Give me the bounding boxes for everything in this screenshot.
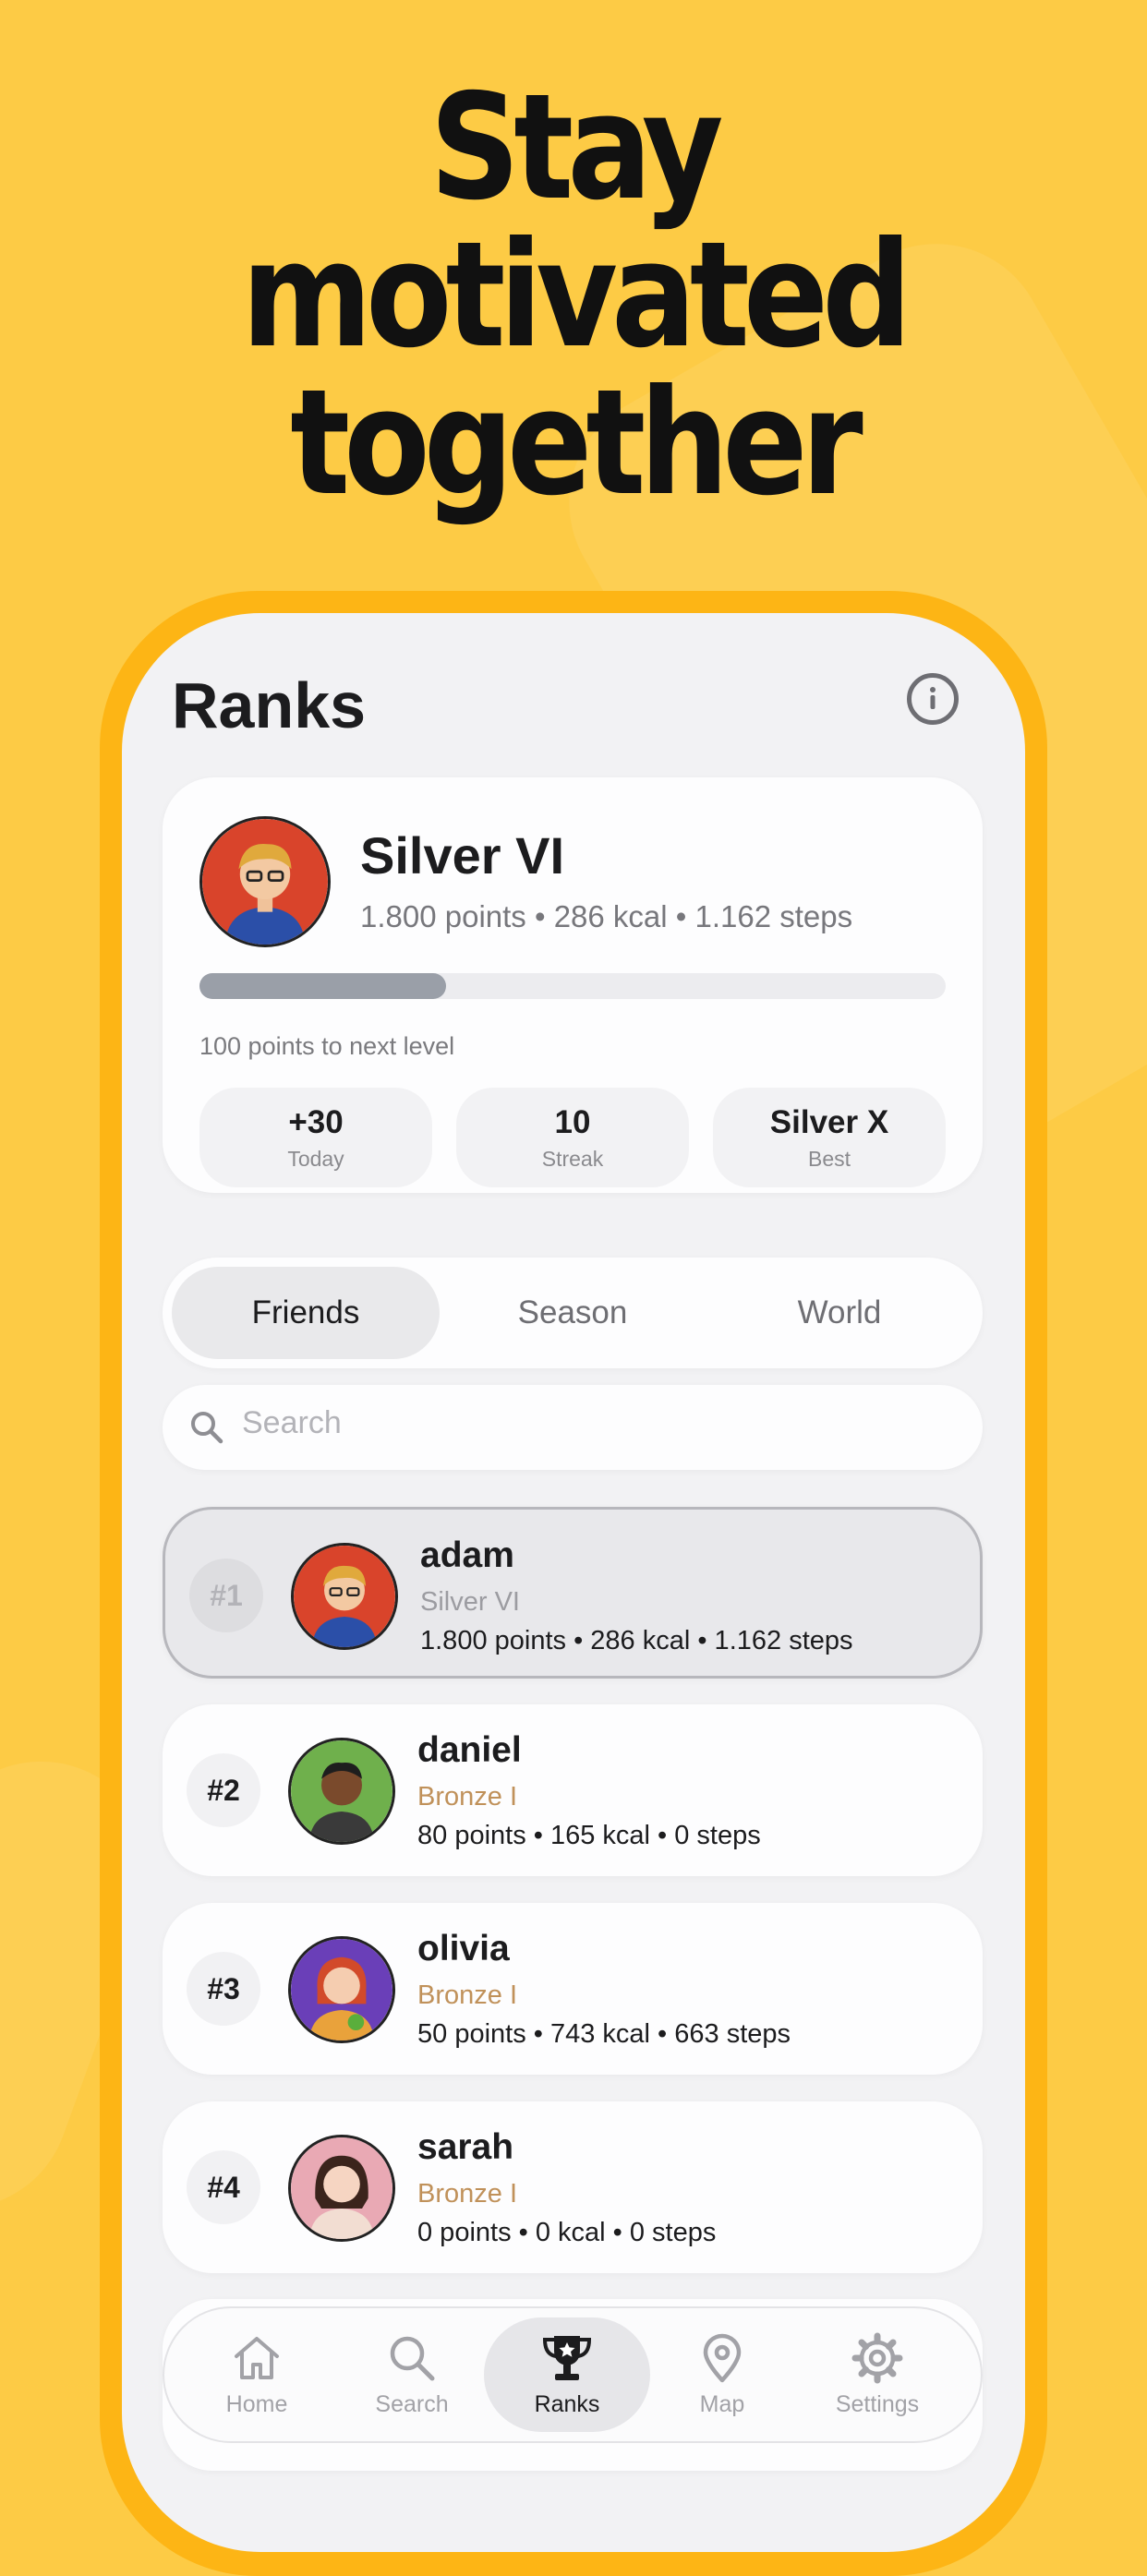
trophy-icon: [542, 2336, 592, 2380]
rank-stats: 80 points • 165 kcal • 0 steps: [417, 1821, 761, 1850]
search-icon: [390, 2336, 435, 2381]
page-title: Ranks: [172, 669, 367, 741]
headline-line-1: Stay: [429, 63, 723, 233]
tab-settings[interactable]: Settings: [794, 2317, 960, 2432]
level-progress-fill: [199, 973, 446, 999]
tab-search[interactable]: Search: [329, 2317, 495, 2432]
search-field[interactable]: Search: [163, 1385, 983, 1470]
rank-tier: Bronze I: [417, 1782, 517, 1812]
tab-ranks[interactable]: Ranks: [484, 2317, 650, 2432]
tab-label: Home: [225, 2391, 288, 2417]
tab-map[interactable]: Map: [639, 2317, 805, 2432]
stat-label: Streak: [541, 1147, 604, 1171]
stat-value: Silver X: [769, 1104, 889, 1140]
next-level-text: 100 points to next level: [199, 1032, 455, 1060]
list-item[interactable]: #1 adam Silver VI 1.800 points • 286 kca…: [163, 1507, 983, 1679]
list-item[interactable]: #2 daniel Bronze I 80 points • 165 kcal …: [163, 1704, 983, 1876]
tab-label: Settings: [835, 2391, 920, 2417]
profile-card: Silver VI 1.800 points • 286 kcal • 1.16…: [163, 777, 983, 1193]
rank-stats: 1.800 points • 286 kcal • 1.162 steps: [420, 1626, 853, 1655]
stat-value: 10: [554, 1104, 591, 1140]
segmented-control: Friends Season World: [163, 1258, 983, 1368]
stat-value: +30: [288, 1104, 344, 1140]
stat-label: Today: [287, 1147, 344, 1171]
list-item[interactable]: #3 olivia Bronze I 50 points • 743 kcal …: [163, 1903, 983, 2075]
rank-stats: 50 points • 743 kcal • 663 steps: [417, 2019, 791, 2049]
rank-name: daniel: [417, 1730, 522, 1770]
tab-friends[interactable]: Friends: [172, 1267, 440, 1359]
home-icon: [235, 2337, 279, 2379]
rank-badge: #4: [187, 2150, 260, 2224]
headline-line-2: motivated: [241, 211, 912, 380]
level-progress-bar: [199, 973, 946, 999]
rank-tier: Bronze I: [417, 2179, 517, 2209]
headline-line-3: together: [290, 358, 863, 528]
tab-label: Map: [699, 2391, 745, 2417]
tab-label: Search: [375, 2391, 449, 2417]
tab-world[interactable]: World: [706, 1267, 973, 1359]
avatar: [199, 816, 331, 947]
list-item[interactable]: #4 sarah Bronze I 0 points • 0 kcal • 0 …: [163, 2101, 983, 2273]
phone-screen: Ranks Silver VI 1.800 points • 286 kcal …: [122, 613, 1025, 2552]
rank-name: sarah: [417, 2127, 514, 2167]
search-input[interactable]: Search: [242, 1405, 342, 1441]
avatar: [291, 1543, 398, 1650]
avatar: [288, 1936, 395, 2043]
rank-stats: 0 points • 0 kcal • 0 steps: [417, 2218, 717, 2247]
rank-badge: #2: [187, 1753, 260, 1827]
stat-streak: 10 Streak: [456, 1088, 689, 1187]
search-icon: [191, 1412, 223, 1444]
rank-name: adam: [420, 1535, 514, 1575]
rank-badge: #1: [189, 1559, 263, 1632]
stat-label: Best: [807, 1147, 851, 1171]
rank-tier: Silver VI: [420, 1587, 520, 1617]
profile-tier: Silver VI: [360, 826, 565, 885]
tab-bar: Home Search Ranks Map Settings: [163, 2306, 983, 2443]
avatar: [288, 1738, 395, 1845]
rank-tier: Bronze I: [417, 1980, 517, 2010]
profile-stats: 1.800 points • 286 kcal • 1.162 steps: [360, 899, 853, 933]
tab-season[interactable]: Season: [439, 1267, 706, 1359]
map-pin-icon: [703, 2333, 742, 2383]
headline: Stay motivated together: [80, 74, 1067, 517]
stat-today: +30 Today: [199, 1088, 432, 1187]
stat-best: Silver X Best: [713, 1088, 946, 1187]
tab-home[interactable]: Home: [174, 2317, 340, 2432]
gear-icon: [851, 2332, 903, 2384]
info-icon[interactable]: [907, 673, 959, 725]
rank-badge: #3: [187, 1952, 260, 2026]
avatar: [288, 2135, 395, 2242]
tab-label: Ranks: [534, 2391, 600, 2417]
rank-name: olivia: [417, 1929, 510, 1968]
